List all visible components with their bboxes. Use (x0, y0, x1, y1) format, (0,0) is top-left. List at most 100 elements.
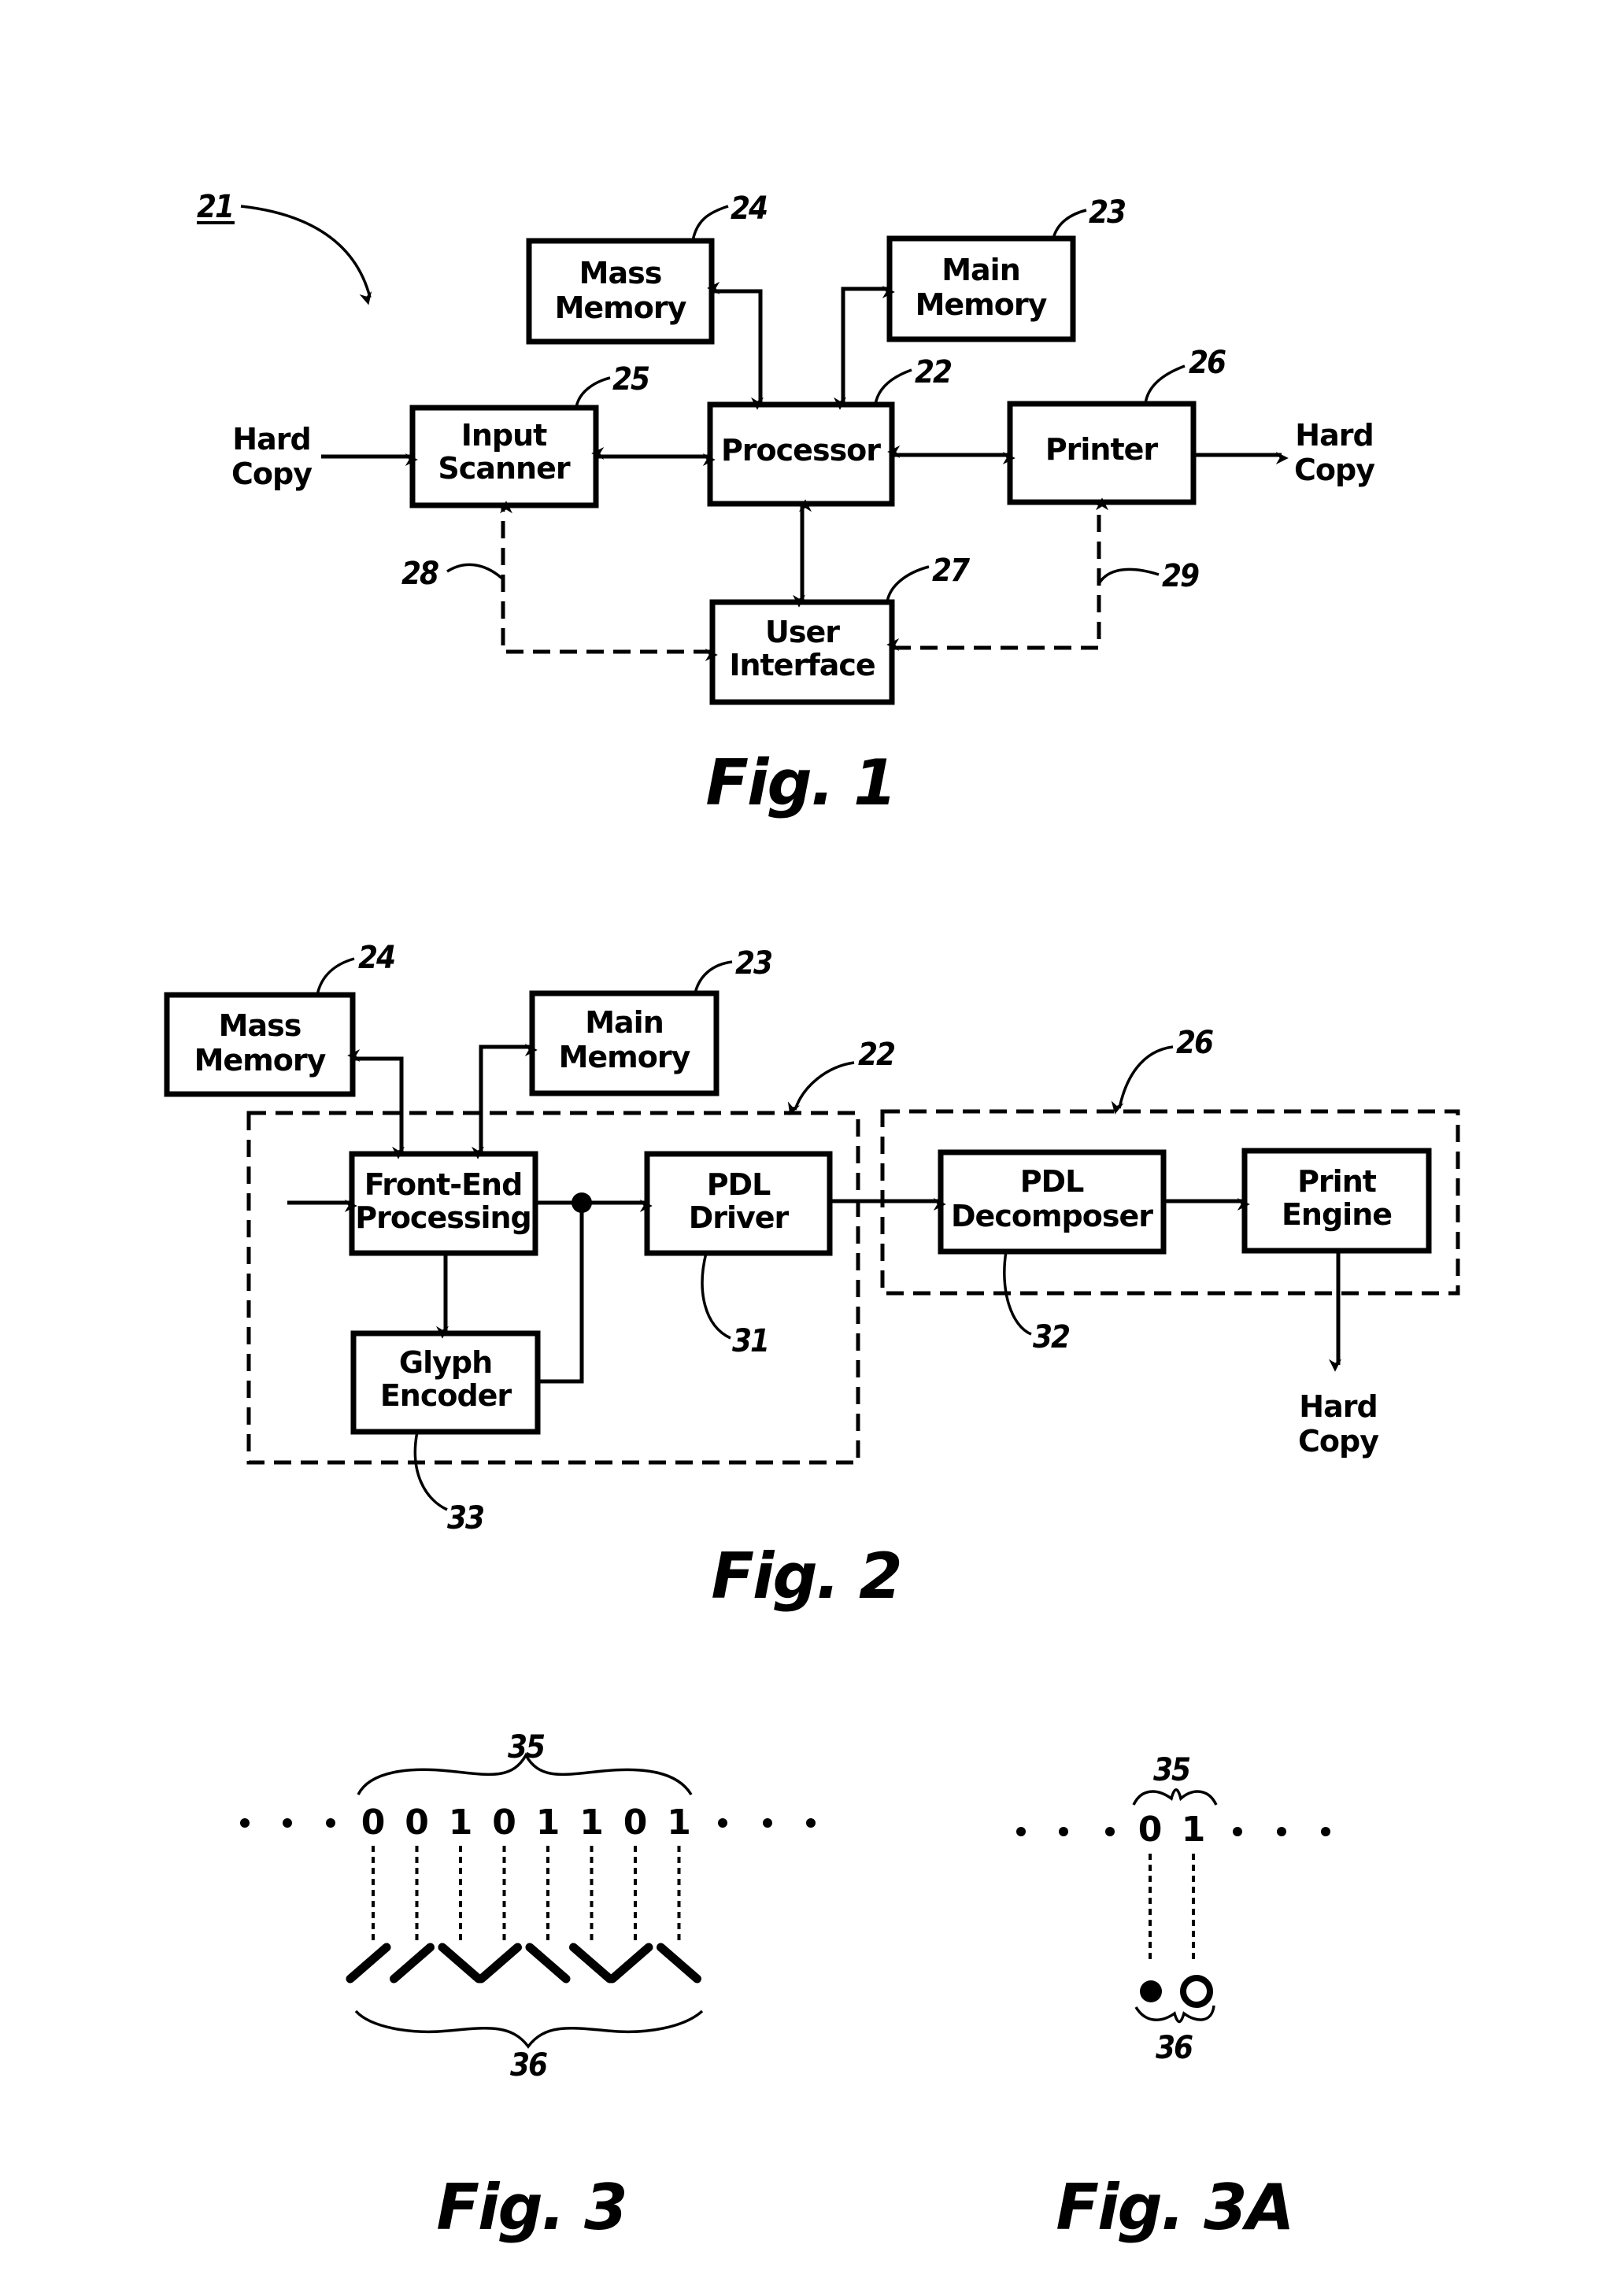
ellipsis-right (718, 1818, 816, 1828)
patent-drawing-sheet: 21 Mass Memory 24 Main Memory 23 Input S… (164, 189, 1460, 2244)
ref-label-24: 24 (358, 940, 394, 976)
bit-digit: 1 (536, 1802, 560, 1843)
figure-1-caption: Fig. 1 (705, 746, 895, 819)
main-memory-processor-link (834, 286, 895, 410)
block-printer: Printer 26 (1007, 345, 1227, 505)
ref-label-24: 24 (731, 190, 767, 227)
pdl-driver-label-line2: Driver (689, 1200, 790, 1235)
input-scanner-label-line2: Scanner (438, 451, 570, 486)
leader-23 (694, 960, 733, 994)
ref-label-23: 23 (1089, 194, 1125, 231)
ref-label-36: 36 (510, 2047, 547, 2083)
main-memory-front-end-link (472, 1044, 538, 1159)
glyph-back-slash (525, 1943, 571, 1984)
print-engine-label-line1: Print (1297, 1164, 1377, 1199)
ref-label-35: 35 (1153, 1752, 1190, 1788)
glyph-forward-slash (477, 1943, 522, 1984)
block-processor: Processor 22 (707, 354, 953, 507)
leader-33 (413, 1431, 448, 1511)
encoder-to-junction-line (538, 1203, 584, 1384)
hard-copy-in-line2: Copy (231, 457, 313, 491)
bit-digit: 0 (492, 1802, 516, 1843)
leader-27 (886, 565, 930, 603)
block-pdl-driver: PDL Driver 31 (644, 1151, 833, 1359)
main-memory-label-line2: Memory (559, 1040, 691, 1074)
bit-sequence: 01 (1138, 1810, 1206, 1850)
figure-3-caption: Fig. 3 (436, 2171, 626, 2244)
mass-memory-label-line2: Memory (555, 290, 687, 325)
figure-2: 22 26 Mass Memory 24 Main Memory 23 Fron… (164, 940, 1460, 1613)
mass-memory-front-end-link (347, 1049, 405, 1159)
block-pdl-decomposer: PDL Decomposer 32 (938, 1149, 1167, 1355)
leader-29 (1098, 568, 1160, 584)
group-26-pointer (1111, 1045, 1174, 1115)
block-print-engine: Print Engine (1241, 1148, 1432, 1254)
block-mass-memory-fig2: Mass Memory 24 (164, 940, 396, 1097)
bit-digit: 1 (449, 1802, 473, 1843)
glyph-forward-slash (346, 1943, 391, 1984)
ref-label-group-26: 26 (1176, 1025, 1213, 1061)
hard-copy-out-line2: Copy (1294, 453, 1375, 487)
hard-copy-out-line1: Hard (1299, 1389, 1377, 1424)
pdl-decomposer-label-line2: Decomposer (951, 1199, 1153, 1233)
glyph-sequence (346, 1846, 701, 1984)
ref-label-22: 22 (915, 354, 952, 390)
glyph-back-slash (569, 1943, 614, 1984)
block-main-memory: Main Memory 23 (886, 194, 1126, 342)
leader-24 (691, 205, 729, 242)
ref-label-36: 36 (1156, 2030, 1193, 2066)
ref-label-28: 28 (401, 556, 438, 592)
ref-label-26: 26 (1189, 345, 1226, 381)
leader-31 (701, 1252, 731, 1340)
bit-digit: 1 (1182, 1810, 1206, 1850)
glyph-back-slash (657, 1943, 701, 1984)
ui-scanner-control-path (500, 501, 718, 661)
figure-2-caption: Fig. 2 (711, 1540, 901, 1613)
leader-28 (446, 563, 504, 580)
main-memory-label-line1: Main (941, 253, 1020, 287)
bit-digit: 0 (623, 1802, 648, 1843)
glyph-forward-slash (390, 1943, 435, 1984)
ellipsis-left (240, 1818, 335, 1828)
bit-digit: 0 (1138, 1810, 1163, 1850)
ref-label-23: 23 (735, 945, 771, 982)
system-pointer-arrow (240, 205, 372, 305)
main-memory-label-line1: Main (585, 1005, 664, 1040)
hard-copy-out-line1: Hard (1295, 418, 1373, 453)
ref-label-27: 27 (932, 553, 970, 589)
ref-label-33: 33 (447, 1500, 483, 1536)
glyph-hollow-circle (1180, 1975, 1213, 2008)
mass-memory-label-line1: Mass (219, 1008, 301, 1043)
glyph-forward-slash (608, 1943, 653, 1984)
ref-label-29: 29 (1162, 558, 1199, 594)
glyph-encoder-label-line1: Glyph (399, 1345, 492, 1380)
block-mass-memory: Mass Memory 24 (526, 190, 768, 345)
user-interface-label-line2: Interface (729, 648, 875, 682)
glyph-back-slash (438, 1943, 483, 1984)
leader-23 (1052, 209, 1087, 239)
glyphs-brace (1134, 2005, 1215, 2024)
bit-digit: 0 (405, 1802, 429, 1843)
bits-brace (1132, 1788, 1218, 1806)
ref-label-32: 32 (1033, 1319, 1070, 1355)
bit-digit: 1 (579, 1802, 604, 1843)
bit-digit: 0 (361, 1802, 386, 1843)
figure-3: 00101101 35 36 Fig. 3 (240, 1729, 816, 2244)
block-input-scanner: Input Scanner 25 (409, 361, 651, 508)
glyphs-brace (354, 2009, 704, 2049)
mass-memory-processor-link (707, 282, 764, 410)
front-end-label-line2: Processing (355, 1200, 531, 1235)
block-front-end-processing: Front-End Processing (349, 1151, 538, 1256)
printer-label: Printer (1045, 432, 1159, 467)
print-engine-label-line2: Engine (1282, 1197, 1392, 1232)
leader-24 (316, 957, 355, 996)
figure-3a: 01 35 36 Fig. 3A (1016, 1752, 1330, 2244)
ui-printer-control-path (886, 497, 1108, 651)
figure-1: 21 Mass Memory 24 Main Memory 23 Input S… (197, 189, 1376, 819)
front-end-label-line1: Front-End (364, 1167, 523, 1202)
input-scanner-label-line1: Input (461, 418, 547, 453)
glyph-filled-circle (1140, 1980, 1162, 2002)
processor-label: Processor (721, 433, 881, 468)
glyph-encoder-label-line2: Encoder (380, 1378, 512, 1413)
leader-26 (1144, 364, 1186, 405)
